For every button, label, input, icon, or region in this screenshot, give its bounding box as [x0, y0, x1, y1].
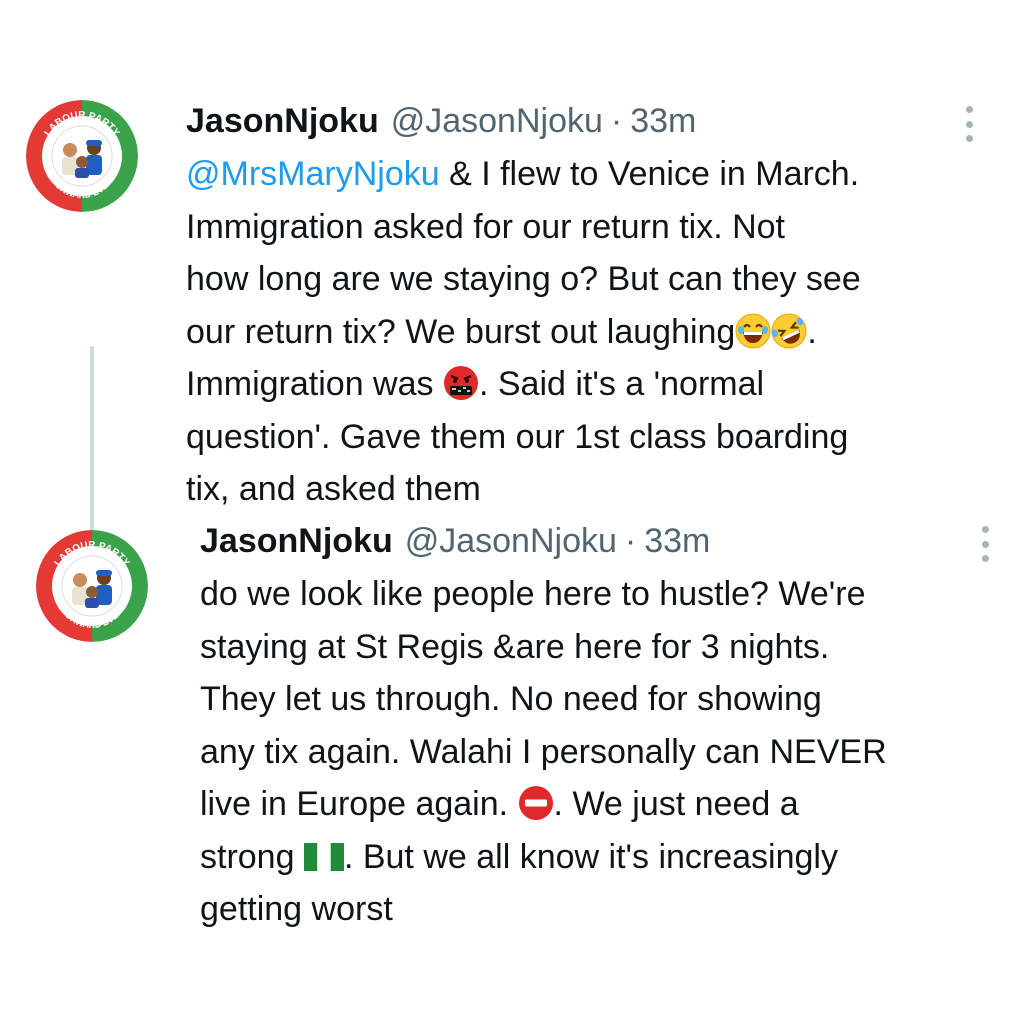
separator-dot: · — [624, 522, 637, 560]
tweet-content: JasonNjoku @JasonNjoku · 33m @MrsMaryNjo… — [186, 98, 1004, 516]
text-line: any tix again. Walahi I personally can N… — [200, 732, 887, 771]
timestamp[interactable]: 33m — [630, 98, 696, 144]
handle[interactable]: @JasonNjoku — [405, 518, 617, 564]
display-name[interactable]: JasonNjoku — [186, 98, 379, 144]
cursing-emoji — [443, 365, 479, 401]
labour-party-logo: LABOUR PARTY FORWARD EVER — [26, 100, 138, 212]
tweet-header: JasonNjoku @JasonNjoku · 33m — [200, 518, 1004, 564]
text-segment: . We just need a — [553, 785, 799, 823]
text-segment: . But we all know it's increasingly — [343, 837, 838, 876]
text-segment: Immigration was — [186, 365, 443, 403]
no-entry-emoji — [518, 785, 554, 821]
text-line: They let us through. No need for showing — [200, 680, 822, 718]
avatar[interactable]: LABOUR PARTY FORWARD EVER — [36, 530, 148, 642]
handle[interactable]: @JasonNjoku — [391, 98, 603, 144]
text-segment: our return tix? We burst out laughing — [186, 312, 736, 351]
tweet-content: JasonNjoku @JasonNjoku · 33m do we look … — [200, 518, 1004, 936]
text-segment: & I flew to Venice in March. — [439, 155, 860, 193]
labour-party-logo: LABOUR PARTY FORWARD EVER — [36, 530, 148, 642]
separator-dot: · — [610, 102, 623, 140]
text-segment: . Said it's a 'normal — [478, 365, 765, 403]
timestamp[interactable]: 33m — [644, 518, 710, 564]
text-line: Immigration asked for our return tix. No… — [186, 207, 786, 246]
tweet-header: JasonNjoku @JasonNjoku · 33m — [186, 98, 1004, 144]
laughing-emoji — [735, 313, 771, 349]
text-line: question'. Gave them our 1st class board… — [186, 417, 849, 456]
text-line: live in Europe again. . We just need a — [200, 778, 1004, 831]
text-line: Immigration was . Said it's a 'normal — [186, 358, 1004, 411]
text-line: how long are we staying o? But can they … — [186, 260, 861, 298]
text-line: our return tix? We burst out laughing. — [186, 306, 1004, 359]
text-line: do we look like people here to hustle? W… — [200, 575, 866, 613]
rolling-laughing-emoji — [771, 313, 807, 349]
text-line: @MrsMaryNjoku & I flew to Venice in Marc… — [186, 148, 1004, 201]
tweet-thread: LABOUR PARTY FORWARD EVER JasonNjoku @Ja… — [0, 0, 1024, 1024]
nigeria-flag-emoji — [303, 842, 344, 871]
more-options-icon[interactable] — [962, 106, 976, 142]
mention-link[interactable]: @MrsMaryNjoku — [186, 155, 440, 193]
text-line: staying at St Regis &are here for 3 nigh… — [200, 627, 830, 666]
text-line: tix, and asked them — [186, 470, 481, 508]
tweet-text: @MrsMaryNjoku & I flew to Venice in Marc… — [186, 148, 1004, 516]
more-options-icon[interactable] — [978, 526, 992, 562]
text-segment: strong — [200, 837, 304, 876]
text-segment: live in Europe again. — [200, 785, 518, 823]
text-segment: . — [807, 312, 817, 351]
text-line: strong . But we all know it's increasing… — [200, 831, 1004, 884]
avatar[interactable]: LABOUR PARTY FORWARD EVER — [26, 100, 138, 212]
tweet-text: do we look like people here to hustle? W… — [200, 568, 1004, 936]
display-name[interactable]: JasonNjoku — [200, 518, 393, 564]
text-line: getting worst — [200, 890, 393, 928]
